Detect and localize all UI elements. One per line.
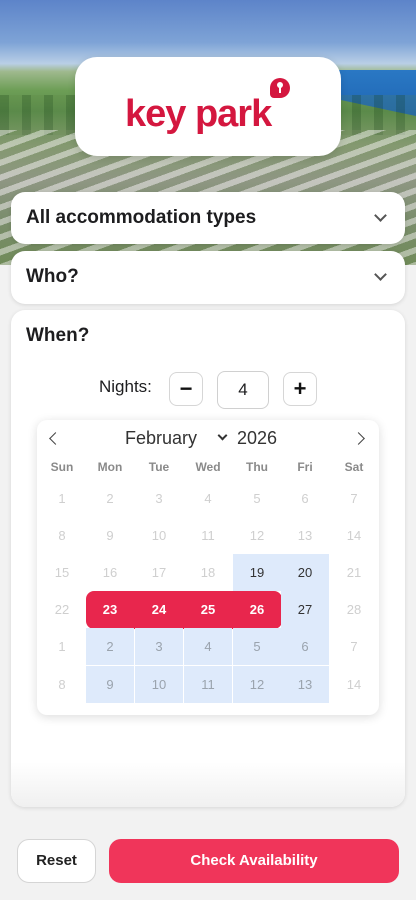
accommodation-label: All accommodation types [26,207,257,228]
nights-increment-button[interactable]: + [283,372,317,406]
calendar-day[interactable]: 9 [86,666,134,703]
weekday-header: Sun [50,460,74,474]
calendar-day[interactable]: 11 [184,517,232,554]
calendar-day[interactable]: 10 [135,517,183,554]
calendar-day[interactable]: 12 [233,666,281,703]
calendar-day[interactable]: 6 [281,480,329,517]
month-select[interactable]: February [125,428,197,449]
calendar-day[interactable]: 8 [38,517,86,554]
calendar-day[interactable]: 1 [38,628,86,665]
next-month-icon[interactable] [352,432,365,445]
calendar-day[interactable]: 6 [281,628,329,665]
chevron-down-icon [374,268,387,281]
weekday-header: Sat [344,460,364,474]
panel-footer-fade [11,762,405,807]
prev-month-icon[interactable] [49,432,62,445]
calendar-day[interactable]: 11 [184,666,232,703]
calendar-day[interactable]: 16 [86,554,134,591]
calendar-day[interactable]: 18 [184,554,232,591]
weekday-header: Fri [297,460,313,474]
calendar-day[interactable]: 17 [135,554,183,591]
check-availability-button[interactable]: Check Availability [109,839,399,883]
brand-logo: key park [125,93,272,135]
calendar-day[interactable]: 9 [86,517,134,554]
calendar-day[interactable]: 24 [135,591,183,628]
calendar-day[interactable]: 19 [233,554,281,591]
chevron-down-icon [374,209,387,222]
calendar-day[interactable]: 15 [38,554,86,591]
calendar-day[interactable]: 3 [135,480,183,517]
calendar: February 2026 Sun Mon Tue Wed Thu Fri Sa… [37,420,379,715]
logo-card: key park [75,57,341,156]
calendar-day[interactable]: 26 [233,591,281,628]
when-label: When? [26,325,90,346]
calendar-day[interactable]: 8 [38,666,86,703]
calendar-day[interactable]: 12 [233,517,281,554]
calendar-day[interactable]: 4 [184,628,232,665]
calendar-day[interactable]: 7 [330,480,378,517]
calendar-day[interactable]: 27 [281,591,329,628]
keyhole-icon [270,78,290,98]
weekday-header: Mon [97,460,123,474]
reset-button[interactable]: Reset [17,839,96,883]
weekday-header: Wed [195,460,221,474]
calendar-day[interactable]: 1 [38,480,86,517]
calendar-day[interactable]: 2 [86,628,134,665]
weekday-header: Tue [148,460,170,474]
accommodation-dropdown[interactable]: All accommodation types [11,192,405,244]
calendar-day[interactable]: 20 [281,554,329,591]
calendar-day[interactable]: 23 [86,591,134,628]
nights-label: Nights: [99,377,152,396]
calendar-day[interactable]: 25 [184,591,232,628]
calendar-day[interactable]: 13 [281,666,329,703]
nights-decrement-button[interactable]: − [169,372,203,406]
nights-input[interactable]: 4 [217,371,269,409]
calendar-day[interactable]: 28 [330,591,378,628]
who-label: Who? [26,266,79,287]
chevron-down-icon [217,430,228,441]
calendar-day[interactable]: 4 [184,480,232,517]
calendar-day[interactable]: 2 [86,480,134,517]
calendar-day[interactable]: 21 [330,554,378,591]
who-dropdown[interactable]: Who? [11,251,405,304]
calendar-day[interactable]: 5 [233,480,281,517]
calendar-day[interactable]: 14 [330,666,378,703]
calendar-day[interactable]: 7 [330,628,378,665]
calendar-day[interactable]: 3 [135,628,183,665]
calendar-day[interactable]: 13 [281,517,329,554]
calendar-day[interactable]: 14 [330,517,378,554]
calendar-day[interactable]: 5 [233,628,281,665]
calendar-day[interactable]: 10 [135,666,183,703]
weekday-header: Thu [246,460,268,474]
year-select[interactable]: 2026 [237,428,277,449]
calendar-day[interactable]: 22 [38,591,86,628]
